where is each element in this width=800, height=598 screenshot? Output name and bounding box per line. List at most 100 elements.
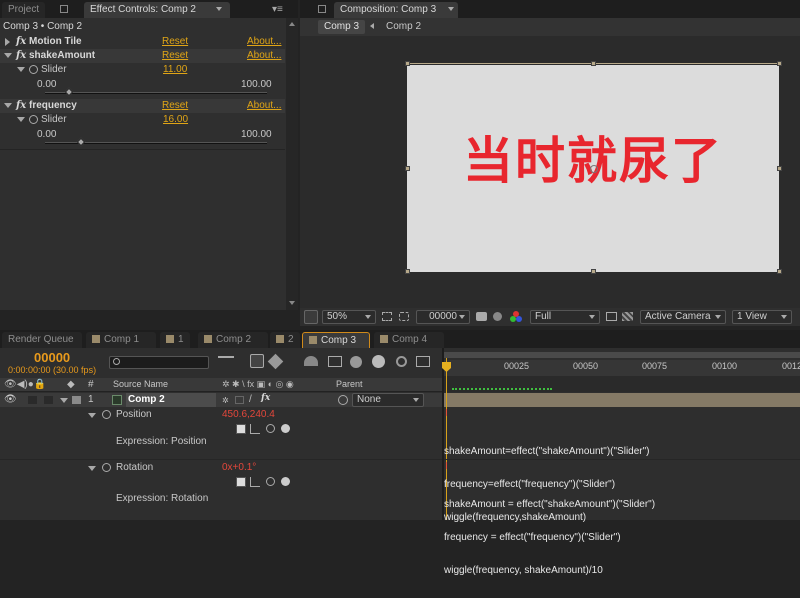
expression-pickwhip-icon[interactable] [266, 424, 275, 433]
frame-blending-icon[interactable] [328, 356, 342, 367]
tab-comp-4[interactable]: Comp 4 [374, 332, 444, 348]
panel-menu-icon[interactable]: ▾≡ [272, 4, 283, 15]
brainstorm-icon[interactable] [372, 355, 385, 368]
expression-enable-icon[interactable] [236, 477, 246, 487]
solo-box[interactable] [28, 396, 37, 404]
slider-track[interactable] [45, 92, 267, 94]
tab-comp-1[interactable]: Comp 1 [86, 332, 156, 348]
reset-button[interactable]: Reset [162, 36, 188, 47]
slider-value[interactable]: 16.00 [163, 114, 188, 125]
color-channels-icon[interactable] [510, 311, 522, 323]
switch-box[interactable] [235, 396, 244, 404]
timecode-field[interactable]: 00000 [416, 310, 470, 324]
parent-dropdown[interactable]: None [352, 393, 424, 407]
fx-icon[interactable]: fx [16, 100, 26, 111]
flow-child-comp[interactable]: Comp 2 [386, 21, 421, 32]
collapse-icon[interactable] [4, 53, 12, 58]
stopwatch-icon[interactable] [29, 65, 38, 74]
pickwhip-icon[interactable] [338, 395, 348, 405]
layer-duration-bar[interactable] [444, 393, 800, 407]
anchor-point-icon[interactable] [590, 165, 598, 173]
stopwatch-icon[interactable] [102, 463, 111, 472]
slider-knob[interactable] [76, 137, 85, 147]
show-snapshot-icon[interactable] [493, 312, 502, 321]
fit-icon[interactable] [382, 312, 392, 321]
layer-row[interactable]: 👁 1 Comp 2 ✲ / fx None [0, 393, 442, 407]
transform-handle[interactable] [777, 269, 782, 274]
property-value[interactable]: 450.6,240.4 [222, 409, 275, 420]
comp-mini-flowchart-icon[interactable] [218, 356, 234, 368]
about-button[interactable]: About... [247, 50, 281, 61]
property-position[interactable]: Position 450.6,240.4 [0, 408, 442, 422]
region-of-interest-icon[interactable] [606, 312, 617, 321]
tab-effect-controls[interactable]: Effect Controls: Comp 2 [84, 2, 230, 18]
zoom-dropdown[interactable]: 50% [322, 310, 376, 324]
collapse-icon[interactable] [17, 67, 25, 72]
layer-collapse-icon[interactable] [60, 398, 68, 403]
lock-icon[interactable] [60, 5, 68, 13]
transform-handle[interactable] [777, 166, 782, 171]
work-area-bar[interactable] [444, 352, 800, 358]
scroll-up-icon[interactable] [289, 22, 295, 26]
expression-language-menu-icon[interactable] [281, 477, 290, 486]
fx-icon[interactable]: fx [16, 36, 26, 47]
tab-2[interactable]: 2 [270, 332, 300, 348]
always-preview-icon[interactable] [304, 310, 318, 324]
reset-button[interactable]: Reset [162, 100, 188, 111]
reset-button[interactable]: Reset [162, 50, 188, 61]
effect-row-motion-tile[interactable]: fx Motion Tile Reset About... [0, 35, 285, 49]
tab-project[interactable]: Project [2, 2, 46, 18]
flow-current-comp[interactable]: Comp 3 [318, 20, 366, 34]
effect-row-shake-amount[interactable]: fx shakeAmount Reset About... [0, 49, 285, 63]
about-button[interactable]: About... [247, 36, 281, 47]
expression-enable-icon[interactable] [236, 424, 246, 434]
property-collapse-icon[interactable] [88, 413, 96, 418]
tab-composition[interactable]: Composition: Comp 3 [334, 2, 458, 18]
property-rotation[interactable]: Rotation 0x+0.1° [0, 461, 442, 475]
label-color-box[interactable] [72, 396, 81, 404]
expression-graph-icon[interactable] [250, 477, 260, 487]
position-keyframe-marker[interactable]: I [445, 408, 448, 419]
tab-comp-2[interactable]: Comp 2 [198, 332, 268, 348]
stopwatch-icon[interactable] [29, 115, 38, 124]
draft-3d-icon[interactable] [267, 353, 284, 370]
collapse-icon[interactable] [4, 103, 12, 108]
search-field[interactable] [109, 356, 209, 369]
effect-row-frequency[interactable]: fx frequency Reset About... [0, 99, 285, 113]
fx-icon[interactable]: fx [16, 50, 26, 61]
property-collapse-icon[interactable] [88, 466, 96, 471]
graph-editor-icon[interactable] [416, 356, 430, 367]
expand-icon[interactable] [5, 38, 10, 46]
collapse-icon[interactable] [17, 117, 25, 122]
shy-layers-icon[interactable] [304, 356, 318, 366]
time-ruler[interactable]: 00025 00050 00075 00100 0012 [444, 360, 800, 376]
shy-switch-icon[interactable]: ✲ [222, 396, 229, 405]
safe-zones-icon[interactable] [399, 312, 409, 321]
eye-icon[interactable]: 👁 [4, 394, 17, 405]
tab-comp-3[interactable]: Comp 3 [302, 332, 370, 348]
tab-render-queue[interactable]: Render Queue [2, 332, 82, 348]
transform-handle[interactable] [777, 61, 782, 66]
transparency-grid-icon[interactable] [622, 312, 633, 321]
slider-value[interactable]: 11.00 [163, 64, 187, 75]
expression-language-menu-icon[interactable] [281, 424, 290, 433]
tab-dropdown-icon[interactable] [448, 7, 454, 11]
about-button[interactable]: About... [247, 100, 281, 111]
expression-rotation[interactable]: shakeAmount = effect("shakeAmount")("Sli… [444, 477, 655, 598]
transform-handle[interactable] [405, 61, 410, 66]
resolution-dropdown[interactable]: Full [530, 310, 600, 324]
camera-dropdown[interactable]: Active Camera [640, 310, 726, 324]
tab-dropdown-icon[interactable] [216, 7, 222, 11]
transform-handle[interactable] [405, 166, 410, 171]
auto-keyframe-icon[interactable] [396, 356, 407, 367]
expression-graph-icon[interactable] [250, 424, 260, 434]
scrollbar[interactable] [286, 18, 298, 310]
effect-switch-icon[interactable]: fx [261, 393, 270, 403]
property-value[interactable]: 0x+0.1° [222, 462, 256, 473]
camera-icon[interactable] [476, 312, 487, 321]
tab-1[interactable]: 1 [160, 332, 190, 348]
transform-handle[interactable] [405, 269, 410, 274]
layer-name[interactable]: Comp 2 [126, 393, 216, 407]
transform-handle[interactable] [591, 269, 596, 274]
motion-blur-icon[interactable] [350, 356, 362, 368]
